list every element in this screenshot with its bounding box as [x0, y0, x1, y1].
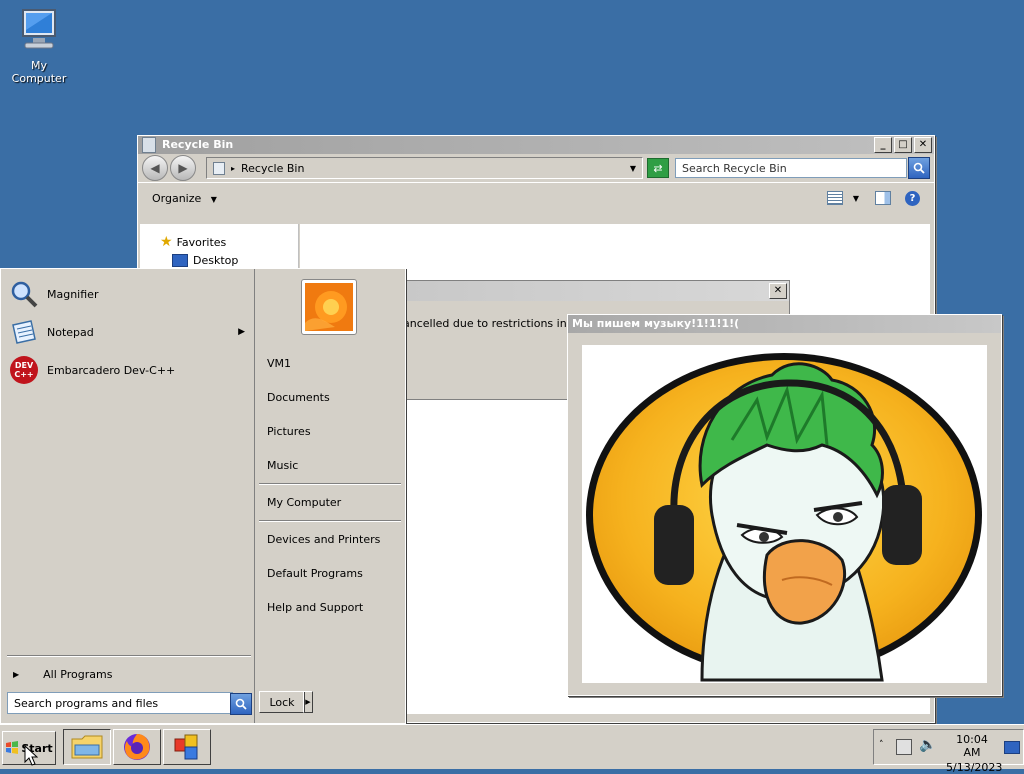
- address-bar[interactable]: ▸ Recycle Bin ▼: [206, 157, 643, 179]
- user-avatar[interactable]: [301, 279, 357, 335]
- organize-button[interactable]: Organize ▼: [152, 192, 217, 205]
- maximize-button[interactable]: □: [894, 137, 912, 153]
- arrow-right-icon: ▶: [13, 669, 20, 679]
- desktop-icon: [172, 254, 188, 267]
- search-placeholder: Search Recycle Bin: [682, 161, 787, 175]
- firefox-icon: [124, 734, 150, 760]
- places-my-computer[interactable]: My Computer: [267, 496, 341, 509]
- desktop-icon-label: My Computer: [11, 59, 67, 85]
- address-row: ◀ ▶ ▸ Recycle Bin ▼ ⇄ Search Recycle Bin: [138, 154, 934, 182]
- program-magnifier[interactable]: Magnifier: [9, 277, 249, 311]
- network-icon[interactable]: [896, 739, 912, 755]
- places-devices-printers[interactable]: Devices and Printers: [267, 533, 380, 546]
- taskbar: Start ˄ 🔈 10:04 AM 5/13/2023: [0, 724, 1024, 774]
- forward-button[interactable]: ▶: [170, 155, 196, 181]
- folder-icon: [71, 735, 103, 759]
- view-options-icon[interactable]: [826, 191, 843, 205]
- chevron-down-icon: ▼: [210, 194, 217, 204]
- start-menu: Magnifier Notepad ▶ DEV C++ Embarcadero …: [0, 268, 406, 724]
- recycle-bin-titlebar[interactable]: Recycle Bin _ □ ✕: [138, 136, 934, 154]
- places-documents[interactable]: Documents: [267, 391, 330, 404]
- mouse-cursor-icon: [24, 745, 38, 766]
- all-programs-button[interactable]: ▶ All Programs: [13, 665, 249, 683]
- window-title: Recycle Bin: [162, 138, 234, 151]
- star-icon: ★: [160, 234, 173, 250]
- dialog-message: ancelled due to restrictions in effe: [403, 317, 592, 330]
- organize-label: Organize: [152, 191, 202, 205]
- separator: [259, 520, 401, 522]
- magnifier-icon: [11, 281, 38, 308]
- places-default-programs[interactable]: Default Programs: [267, 567, 363, 580]
- chevron-down-icon[interactable]: ▼: [853, 194, 859, 203]
- recycle-bin-small-icon: [213, 161, 225, 175]
- taskbar-app-button[interactable]: [163, 729, 211, 765]
- desktop-icon-my-computer[interactable]: My Computer: [4, 8, 74, 85]
- start-search-input[interactable]: Search programs and files: [7, 692, 233, 714]
- submenu-arrow-icon: ▶: [238, 327, 245, 337]
- nav-desktop[interactable]: Desktop: [172, 254, 238, 267]
- refresh-icon[interactable]: ⇄: [647, 158, 669, 178]
- search-icon[interactable]: [230, 693, 252, 715]
- image-window-title: Мы пишем музыку!1!1!1!(: [572, 317, 740, 330]
- chevron-down-icon[interactable]: ▼: [630, 164, 636, 173]
- show-hidden-icons-button[interactable]: ˄: [879, 740, 884, 750]
- command-bar: Organize ▼ ▼ ?: [138, 182, 934, 213]
- start-menu-programs: Magnifier Notepad ▶ DEV C++ Embarcadero …: [1, 269, 255, 723]
- back-button[interactable]: ◀: [142, 155, 168, 181]
- program-label: Notepad: [47, 325, 94, 339]
- nav-desktop-label: Desktop: [193, 254, 239, 267]
- recycle-bin-icon: [142, 137, 156, 153]
- clock-time: 10:04 AM: [956, 733, 988, 759]
- separator: [259, 483, 401, 485]
- system-tray: ˄ 🔈 10:04 AM 5/13/2023: [873, 729, 1024, 774]
- app-window-icon: [174, 734, 198, 760]
- show-desktop-icon[interactable]: [1004, 741, 1020, 754]
- computer-icon: [22, 9, 56, 49]
- windows-logo-icon: [6, 741, 19, 754]
- search-input[interactable]: Search Recycle Bin: [675, 158, 907, 178]
- svg-text:C++: C++: [14, 370, 33, 379]
- shutdown-options-button[interactable]: ▶: [303, 691, 313, 713]
- taskbar-explorer-button[interactable]: [63, 729, 111, 765]
- taskbar-firefox-button[interactable]: [113, 729, 161, 765]
- svg-text:DEV: DEV: [15, 361, 34, 370]
- close-button[interactable]: ✕: [914, 137, 932, 153]
- notepad-icon: [12, 320, 36, 344]
- chevron-right-icon: ▸: [231, 163, 236, 173]
- program-label: Magnifier: [47, 287, 99, 301]
- image-window: Мы пишем музыку!1!1!1!(: [567, 314, 1002, 696]
- image-window-titlebar[interactable]: Мы пишем музыку!1!1!1!(: [568, 315, 1001, 333]
- start-menu-places: VM1 Documents Pictures Music My Computer…: [255, 269, 405, 723]
- minimize-button[interactable]: _: [874, 137, 892, 153]
- search-icon[interactable]: [908, 157, 930, 179]
- nav-favorites-label: Favorites: [176, 235, 227, 249]
- nav-favorites[interactable]: ★ Favorites: [160, 234, 226, 250]
- all-programs-label: All Programs: [43, 667, 113, 681]
- devcpp-icon: DEV C++: [10, 356, 38, 384]
- volume-icon[interactable]: 🔈: [919, 737, 936, 753]
- places-help-support[interactable]: Help and Support: [267, 601, 363, 614]
- dialog-titlebar[interactable]: ✕: [403, 281, 789, 301]
- preview-pane-icon[interactable]: [875, 191, 891, 205]
- lock-button[interactable]: Lock: [259, 691, 305, 713]
- program-devcpp[interactable]: DEV C++ Embarcadero Dev-C++: [9, 353, 249, 387]
- lock-label: Lock: [269, 695, 295, 709]
- address-text: Recycle Bin: [241, 161, 305, 175]
- dialog-close-button[interactable]: ✕: [769, 283, 787, 299]
- flower-avatar-icon: [305, 283, 353, 331]
- program-notepad[interactable]: Notepad ▶: [9, 315, 249, 349]
- goose-headphones-illustration: [586, 353, 982, 682]
- help-icon[interactable]: ?: [905, 190, 920, 206]
- places-music[interactable]: Music: [267, 459, 298, 472]
- start-search-placeholder: Search programs and files: [14, 696, 159, 710]
- separator: [7, 655, 251, 657]
- arrow-right-icon: ▶: [305, 698, 311, 706]
- places-user[interactable]: VM1: [267, 357, 291, 370]
- image-canvas: [582, 345, 987, 683]
- program-label: Embarcadero Dev-C++: [47, 363, 176, 377]
- places-pictures[interactable]: Pictures: [267, 425, 311, 438]
